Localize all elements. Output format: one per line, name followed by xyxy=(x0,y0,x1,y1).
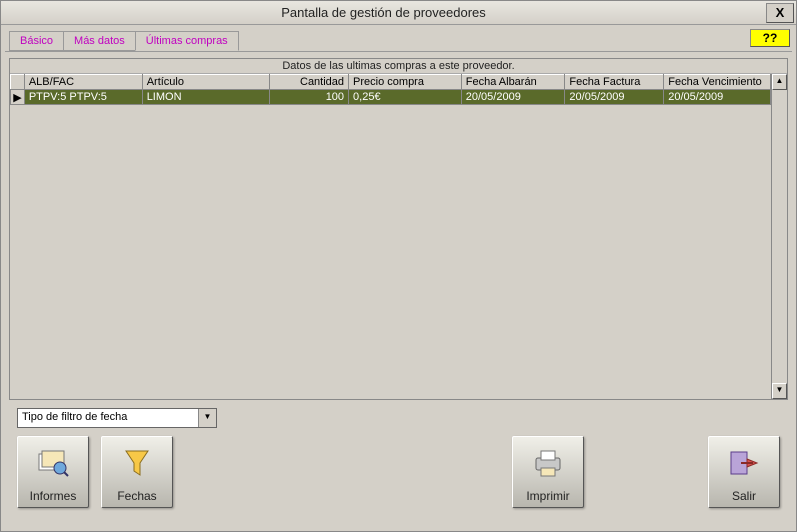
help-button[interactable]: ?? xyxy=(750,29,790,47)
cell-articulo[interactable]: LIMON xyxy=(142,90,269,105)
col-fecha-factura[interactable]: Fecha Factura xyxy=(565,75,664,90)
tab-row: Básico Más datos Últimas compras ?? xyxy=(1,25,796,51)
exit-icon xyxy=(727,437,761,489)
col-fecha-vencimiento[interactable]: Fecha Vencimiento xyxy=(664,75,771,90)
titlebar: Pantalla de gestión de proveedores X xyxy=(1,1,796,25)
fechas-button[interactable]: Fechas xyxy=(101,436,173,508)
informes-label: Informes xyxy=(30,489,77,503)
close-button[interactable]: X xyxy=(766,3,794,23)
scroll-track[interactable] xyxy=(772,90,787,383)
salir-label: Salir xyxy=(732,489,756,503)
tab-ultimas-compras[interactable]: Últimas compras xyxy=(135,31,239,51)
cell-precio[interactable]: 0,25€ xyxy=(349,90,462,105)
cell-fecha-factura[interactable]: 20/05/2009 xyxy=(565,90,664,105)
cell-cantidad[interactable]: 100 xyxy=(269,90,348,105)
fechas-label: Fechas xyxy=(117,489,156,503)
scroll-up-icon[interactable]: ▲ xyxy=(772,74,787,90)
scroll-down-icon[interactable]: ▼ xyxy=(772,383,787,399)
tab-basico[interactable]: Básico xyxy=(9,31,64,51)
window-title: Pantalla de gestión de proveedores xyxy=(1,5,766,20)
col-precio-compra[interactable]: Precio compra xyxy=(349,75,462,90)
vertical-scrollbar[interactable]: ▲ ▼ xyxy=(771,74,787,399)
printer-icon xyxy=(531,437,565,489)
salir-button[interactable]: Salir xyxy=(708,436,780,508)
cell-fecha-venc[interactable]: 20/05/2009 xyxy=(664,90,771,105)
informes-button[interactable]: Informes xyxy=(17,436,89,508)
cell-fecha-albaran[interactable]: 20/05/2009 xyxy=(461,90,565,105)
funnel-icon xyxy=(122,437,152,489)
table-row[interactable]: ▶ PTPV:5 PTPV:5 LIMON 100 0,25€ 20/05/20… xyxy=(11,90,771,105)
grid-caption: Datos de las ultimas compras a este prov… xyxy=(10,59,787,74)
cell-alb-fac[interactable]: PTPV:5 PTPV:5 xyxy=(24,90,142,105)
row-marker-icon: ▶ xyxy=(11,90,25,105)
report-icon xyxy=(36,437,70,489)
col-cantidad[interactable]: Cantidad xyxy=(269,75,348,90)
grid-header-row: ALB/FAC Artículo Cantidad Precio compra … xyxy=(11,75,771,90)
col-articulo[interactable]: Artículo xyxy=(142,75,269,90)
chevron-down-icon[interactable]: ▼ xyxy=(198,409,216,427)
row-header-blank xyxy=(11,75,25,90)
button-row: Informes Fechas Imprimir xyxy=(1,428,796,508)
date-filter-text: Tipo de filtro de fecha xyxy=(18,409,198,427)
imprimir-label: Imprimir xyxy=(526,489,569,503)
tab-mas-datos[interactable]: Más datos xyxy=(63,31,136,51)
date-filter-select[interactable]: Tipo de filtro de fecha ▼ xyxy=(17,408,217,428)
data-grid: Datos de las ultimas compras a este prov… xyxy=(9,58,788,400)
imprimir-button[interactable]: Imprimir xyxy=(512,436,584,508)
col-fecha-albaran[interactable]: Fecha Albarán xyxy=(461,75,565,90)
col-alb-fac[interactable]: ALB/FAC xyxy=(24,75,142,90)
